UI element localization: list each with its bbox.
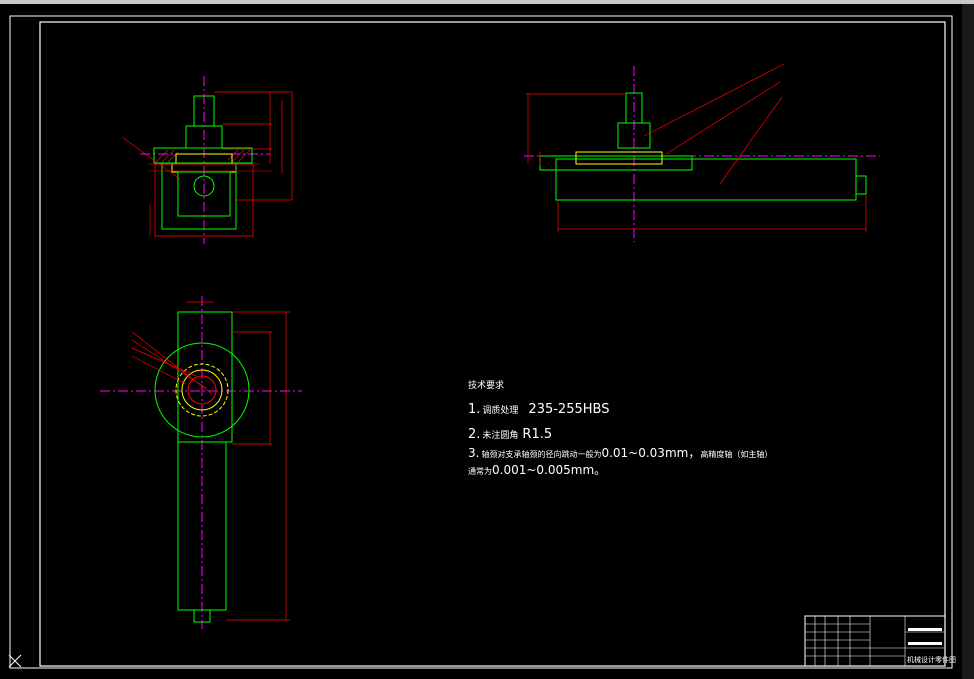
front-view bbox=[121, 76, 293, 244]
drawing-name: 机械设计零件图 bbox=[907, 655, 956, 664]
svg-text:通常为0.001~0.005mm。: 通常为0.001~0.005mm。 bbox=[468, 463, 606, 477]
svg-text:2.未注圆角R1.5: 2. 未注圆角 R1.5 bbox=[468, 427, 552, 442]
outer-frame bbox=[9, 15, 953, 669]
side-view bbox=[524, 63, 880, 242]
tech-req-line-4: 通常为0.001~0.005mm。 bbox=[468, 463, 606, 477]
technical-requirements: 技术要求 1. 调质处理 235-255HBS 2. 未注圆角 R1.5 3. 轴颈对支承… bbox=[468, 379, 772, 477]
svg-text:3.轴颈对支承轴颈的径向跳动一般为0.01~0.03mm，高: 3. 轴颈对支承轴颈的径向跳动一般为0.01~0.03mm，高精度轴（如主轴） bbox=[468, 446, 772, 460]
tech-req-line-2: 2. 未注圆角 R1.5 bbox=[468, 427, 552, 442]
tech-req-line-1: 1. 调质处理 235-255HBS bbox=[468, 402, 609, 417]
tech-req-title: 技术要求 bbox=[468, 379, 504, 391]
title-block: 机械设计零件图 bbox=[804, 615, 956, 667]
tech-req-line-3: 3. 轴颈对支承轴颈的径向跳动一般为0.01~0.03mm，高精度轴（如主轴） bbox=[468, 446, 772, 460]
drawing-canvas[interactable]: 技术要求 1. 调质处理 235-255HBS 2. 未注圆角 R1.5 3. 轴颈对支承… bbox=[0, 4, 962, 679]
top-view bbox=[100, 296, 302, 629]
ucs-icon bbox=[8, 654, 22, 668]
drawing-border bbox=[39, 21, 946, 667]
svg-text:1.调质处理235-255HBS: 1. 调质处理 235-255HBS bbox=[468, 402, 609, 417]
vertical-scrollbar[interactable] bbox=[962, 4, 974, 679]
